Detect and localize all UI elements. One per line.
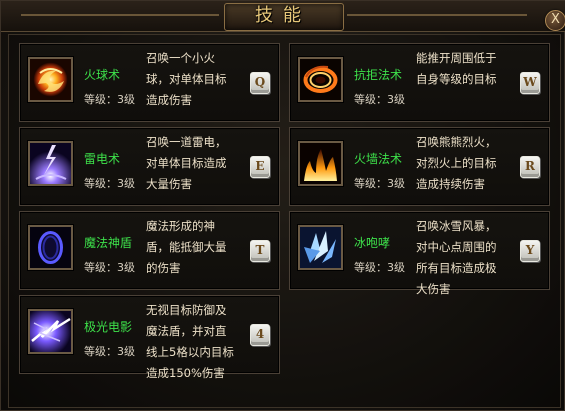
skill-description: 魔法形成的神盾，能抵御大量的伤害: [146, 219, 227, 275]
hotkey-w-button[interactable]: W: [520, 72, 540, 94]
skill-card-lightning[interactable]: 雷电术 等级：3级 召唤一道雷电，对单体目标造成大量伤害 E: [19, 127, 280, 206]
skill-name: 魔法神盾: [84, 236, 133, 250]
skill-description: 无视目标防御及魔法盾，并对直线上5格以内目标造成150%伤害: [146, 303, 234, 380]
skill-level: 等级：3级: [84, 177, 135, 190]
aurora-lightning-icon: [28, 309, 73, 354]
lightning-icon: [28, 141, 73, 186]
skill-level: 等级：3级: [354, 177, 405, 190]
skill-level: 等级：3级: [84, 261, 135, 274]
skill-name: 火球术: [84, 68, 121, 82]
hotkey-r-button[interactable]: R: [520, 156, 540, 178]
skill-card-ice-storm[interactable]: 冰咆哮 等级：3级 召唤冰雪风暴，对中心点周围的所有目标造成极大伤害 Y: [289, 211, 550, 296]
skill-card-firewall[interactable]: 火墙法术 等级：3级 召唤熊熊烈火，对烈火上的目标造成持续伤害 R: [289, 127, 550, 206]
skill-level: 等级：3级: [84, 93, 135, 106]
skill-card-fireball[interactable]: 火球术 等级：3级 召唤一个小火球，对单体目标造成伤害 Q: [19, 43, 280, 122]
fireball-icon: [28, 57, 73, 102]
close-button[interactable]: X: [545, 10, 565, 31]
skill-name: 冰咆哮: [354, 236, 391, 250]
skill-level: 等级：3级: [354, 93, 405, 106]
skill-card-magic-shield[interactable]: 魔法神盾 等级：3级 魔法形成的神盾，能抵御大量的伤害 T: [19, 211, 280, 290]
hotkey-q-button[interactable]: Q: [250, 72, 270, 94]
skill-level: 等级：3级: [84, 345, 135, 358]
hotkey-t-button[interactable]: T: [250, 240, 270, 262]
skill-name: 雷电术: [84, 152, 121, 166]
skill-description: 召唤熊熊烈火，对烈火上的目标造成持续伤害: [416, 135, 497, 191]
skill-name: 火墙法术: [354, 152, 403, 166]
skills-window: 技能 X 火球术 等级：3级 召唤一个小火球，对单体目标造成伤害 Q 抗拒法术 …: [0, 0, 565, 411]
hotkey-4-button[interactable]: 4: [250, 324, 270, 346]
skill-card-aurora-lightning[interactable]: 极光电影 等级：3级 无视目标防御及魔法盾，并对直线上5格以内目标造成150%伤…: [19, 295, 280, 380]
title-bar-ornament-right: [347, 14, 527, 16]
ice-storm-icon: [298, 225, 343, 270]
window-title: 技能: [255, 5, 311, 26]
skill-name: 极光电影: [84, 320, 133, 334]
skill-name: 抗拒法术: [354, 68, 403, 82]
firewall-icon: [298, 141, 343, 186]
skills-panel: 火球术 等级：3级 召唤一个小火球，对单体目标造成伤害 Q 抗拒法术 等级：3级…: [8, 34, 561, 408]
hotkey-e-button[interactable]: E: [250, 156, 270, 178]
skill-level: 等级：3级: [354, 261, 405, 274]
hotkey-y-button[interactable]: Y: [520, 240, 540, 262]
repel-ring-icon: [298, 57, 343, 102]
skill-card-repel[interactable]: 抗拒法术 等级：3级 能推开周围低于自身等级的目标 W: [289, 43, 550, 122]
magic-shield-icon: [28, 225, 73, 270]
skill-description: 召唤一道雷电，对单体目标造成大量伤害: [146, 135, 227, 191]
skill-description: 召唤冰雪风暴，对中心点周围的所有目标造成极大伤害: [416, 219, 497, 296]
skill-description: 能推开周围低于自身等级的目标: [416, 51, 497, 86]
skill-description: 召唤一个小火球，对单体目标造成伤害: [146, 51, 227, 107]
title-bar-ornament-left: [21, 14, 219, 16]
